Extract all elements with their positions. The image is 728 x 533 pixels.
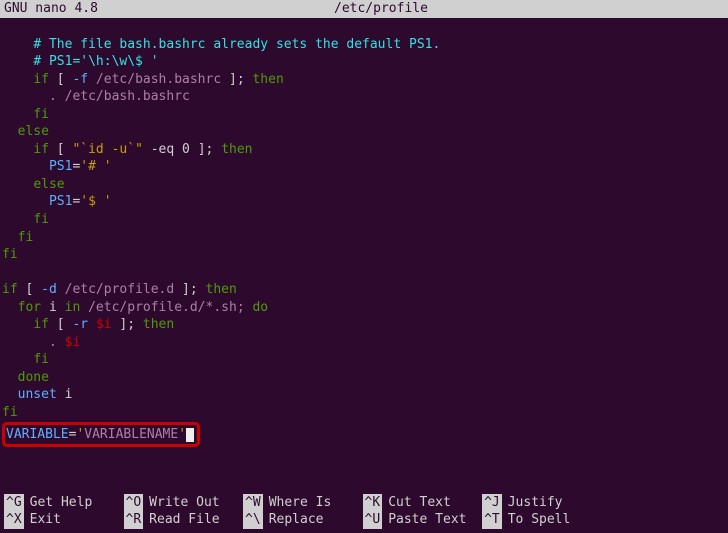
file-path: /etc/profile xyxy=(38,0,724,18)
shortcut-write-out[interactable]: ^OWrite Out xyxy=(124,494,244,512)
source-cmd: . /etc/bash.bashrc xyxy=(49,89,190,104)
kw-if: if xyxy=(33,72,49,87)
text-cursor xyxy=(186,428,194,442)
shortcut-read-file[interactable]: ^RRead File xyxy=(124,511,244,529)
var-assign: VARIABLE xyxy=(6,427,69,442)
shortcut-paste-text[interactable]: ^UPaste Text xyxy=(363,511,483,529)
shortcut-replace[interactable]: ^\Replace xyxy=(243,511,363,529)
editor-area[interactable]: # The file bash.bashrc already sets the … xyxy=(0,18,728,447)
comment-line: # PS1='\h:\w\$ ' xyxy=(33,54,158,69)
shortcut-where-is[interactable]: ^WWhere Is xyxy=(243,494,363,512)
shortcut-get-help[interactable]: ^GGet Help xyxy=(4,494,124,512)
kw-else: else xyxy=(18,124,49,139)
comment-line: # The file bash.bashrc already sets the … xyxy=(33,37,440,52)
highlight-box: VARIABLE='VARIABLENAME' xyxy=(2,422,200,448)
shortcut-row-2: ^XExit ^RRead File ^\Replace ^UPaste Tex… xyxy=(4,511,724,529)
shortcut-justify[interactable]: ^JJustify xyxy=(482,494,602,512)
shortcut-cut-text[interactable]: ^KCut Text xyxy=(363,494,483,512)
shortcut-exit[interactable]: ^XExit xyxy=(4,511,124,529)
shortcut-bar: ^GGet Help ^OWrite Out ^WWhere Is ^KCut … xyxy=(0,494,728,529)
title-bar: GNU nano 4.8 /etc/profile xyxy=(0,0,728,18)
shortcut-to-spell[interactable]: ^TTo Spell xyxy=(482,511,602,529)
shortcut-row-1: ^GGet Help ^OWrite Out ^WWhere Is ^KCut … xyxy=(4,494,724,512)
kw-fi: fi xyxy=(33,107,49,122)
